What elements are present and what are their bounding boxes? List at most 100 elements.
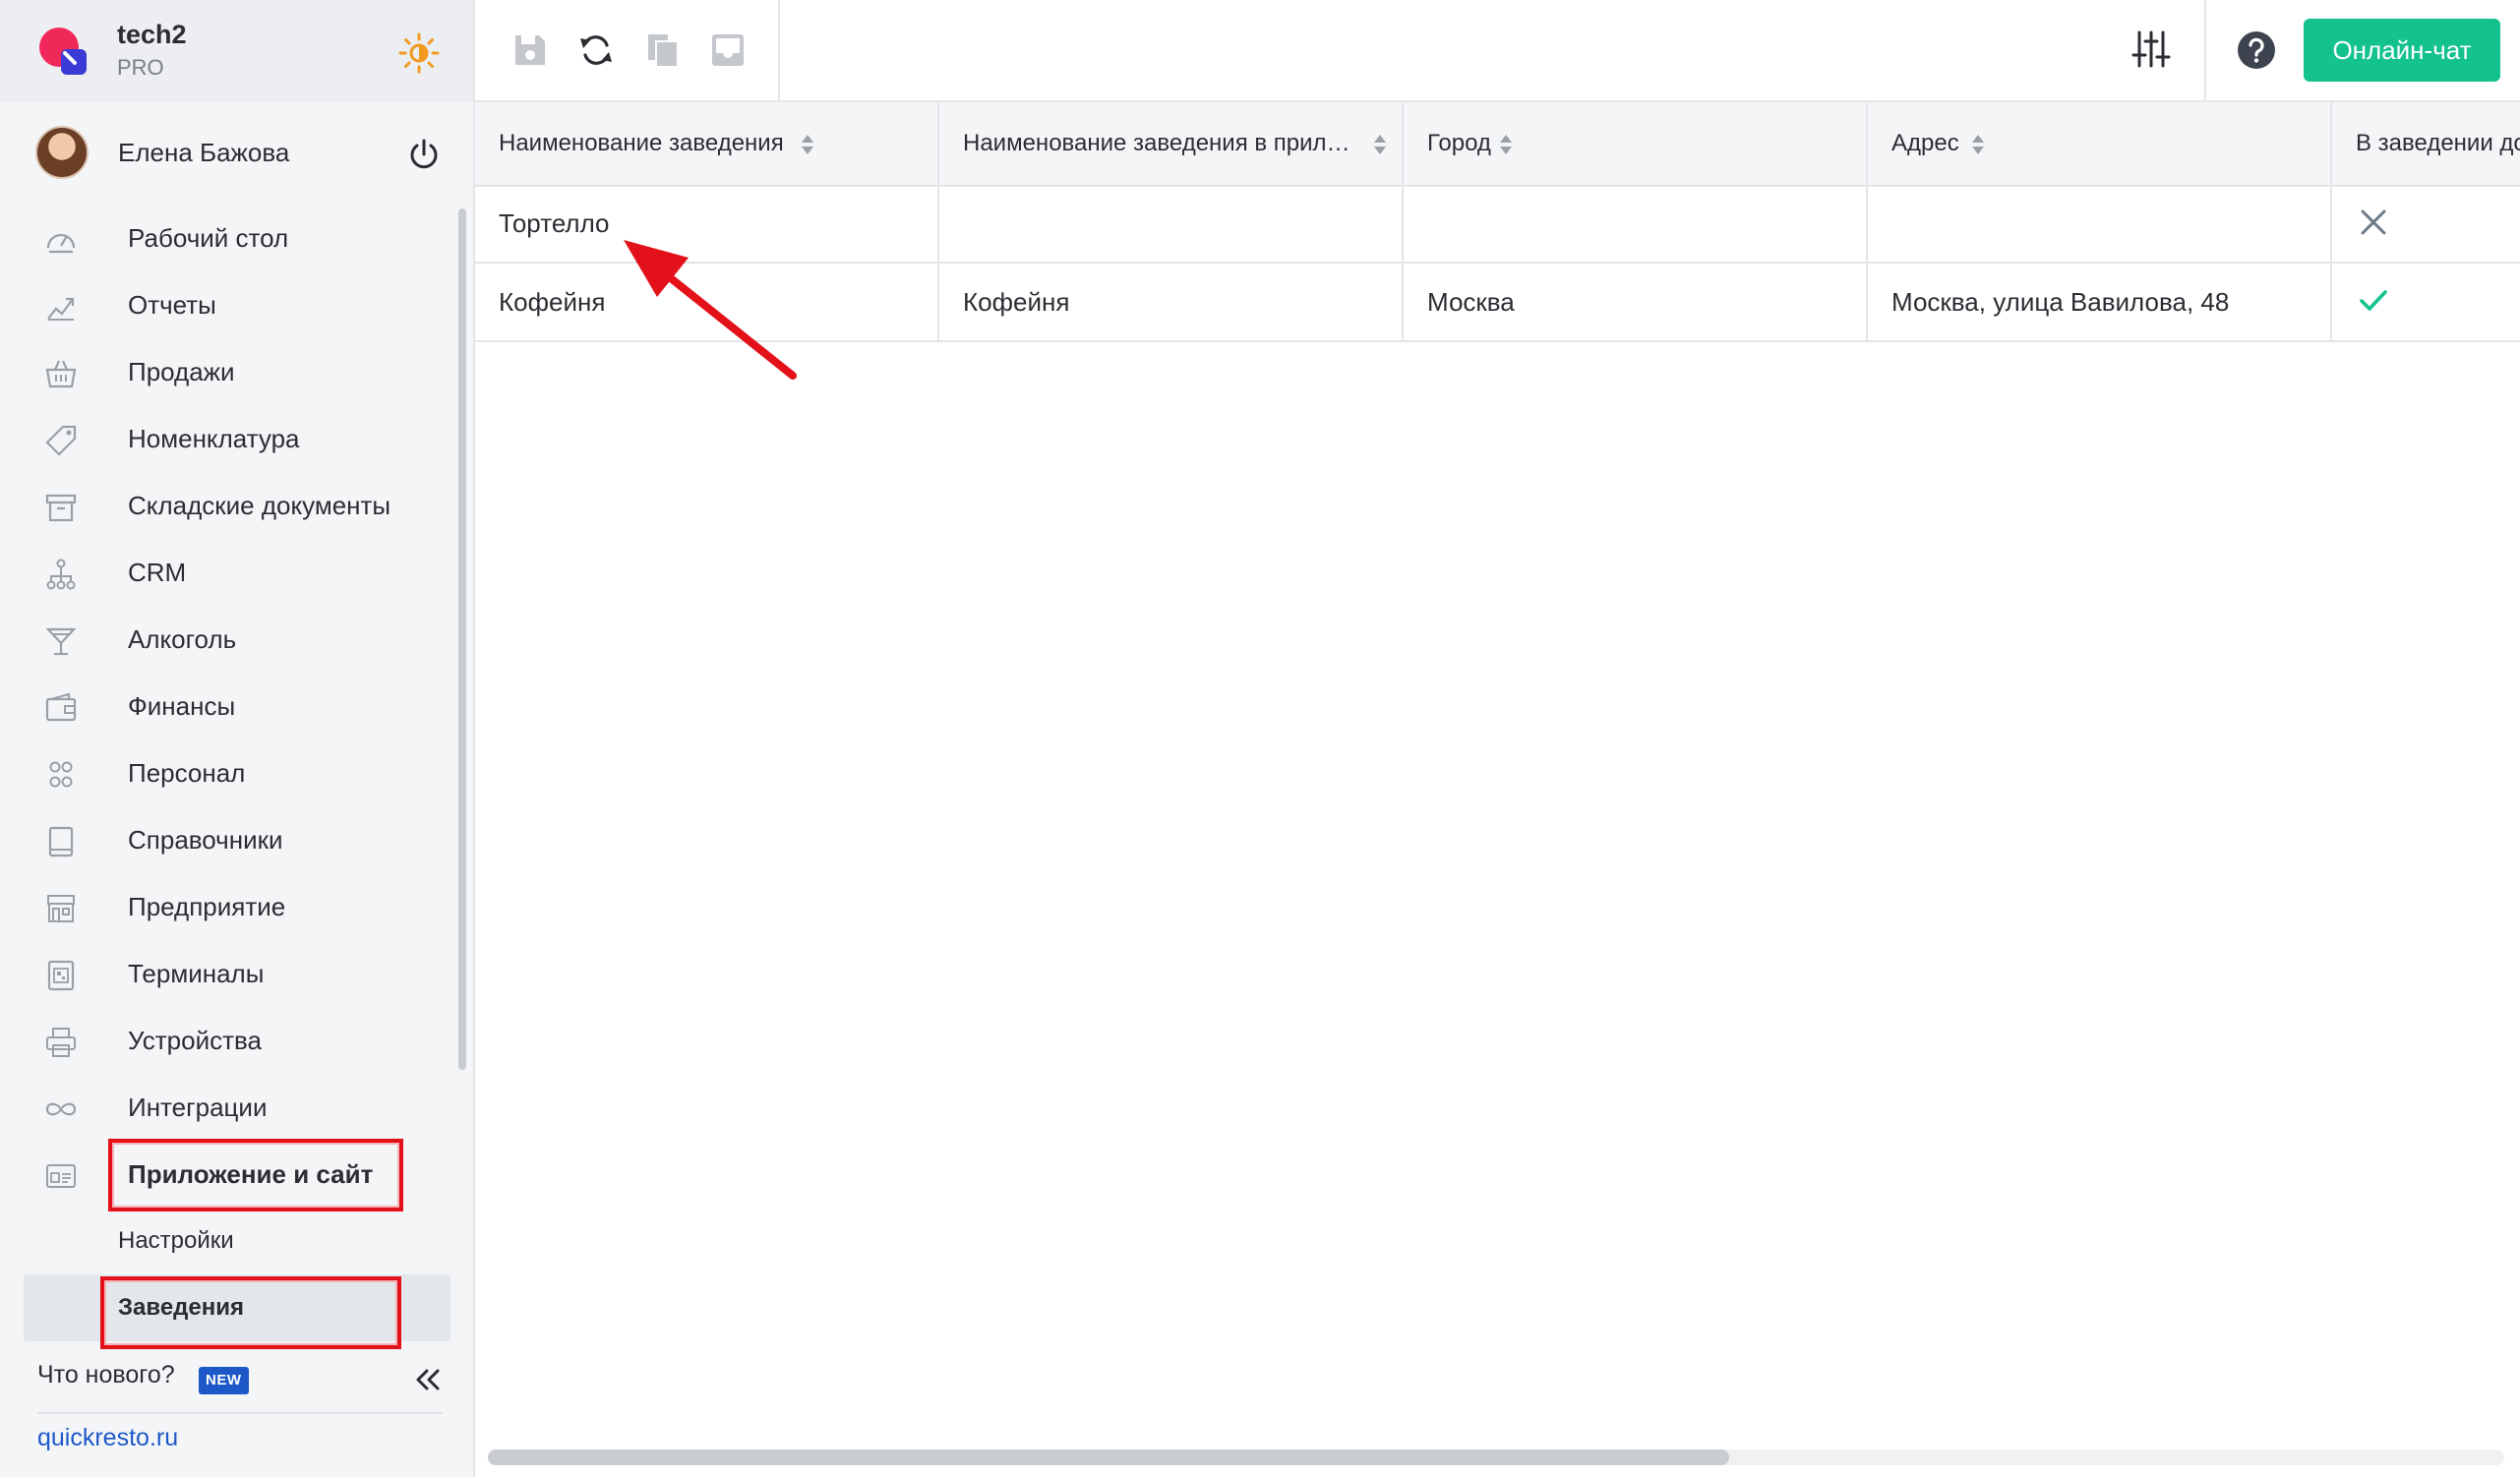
menu-item-nomenclature[interactable]: Номенклатура xyxy=(0,405,462,472)
menu-label: Интеграции xyxy=(128,1092,268,1122)
archive-box-icon xyxy=(45,494,77,522)
main-menu: Рабочий стол Отчеты Продажи Номенклатура… xyxy=(0,205,462,1341)
sort-icon[interactable] xyxy=(1970,132,1986,157)
quickresto-logo xyxy=(39,28,87,75)
column-header-label: Наименование заведения xyxy=(499,130,784,156)
menu-label: Устройства xyxy=(128,1025,263,1055)
menu-label: Финансы xyxy=(128,690,236,721)
cell-city: Москва xyxy=(1404,264,1868,340)
column-header-name[interactable]: Наименование заведения xyxy=(475,102,939,185)
user-name: Елена Бажова xyxy=(118,138,290,167)
menu-item-references[interactable]: Справочники xyxy=(0,806,462,873)
menu-label: Алкоголь xyxy=(128,623,237,654)
menu-item-reports[interactable]: Отчеты xyxy=(0,271,462,338)
sort-icon[interactable] xyxy=(800,132,815,157)
menu-item-integrations[interactable]: Интеграции xyxy=(0,1074,462,1141)
site-link[interactable]: quickresto.ru xyxy=(37,1424,178,1452)
save-icon[interactable] xyxy=(510,30,551,71)
menu-item-finance[interactable]: Финансы xyxy=(0,673,462,739)
plan-label: PRO xyxy=(117,55,164,80)
column-header-address[interactable]: Адрес xyxy=(1868,102,2332,185)
sidebar-scrollbar[interactable] xyxy=(458,208,466,1070)
column-header-label: В заведении до xyxy=(2356,130,2520,156)
account-name: tech2 xyxy=(117,20,187,49)
menu-item-devices[interactable]: Устройства xyxy=(0,1007,462,1074)
table-row[interactable]: Кофейня Кофейня Москва Москва, улица Вав… xyxy=(475,264,2520,342)
check-icon xyxy=(2360,290,2387,311)
menu-item-dashboard[interactable]: Рабочий стол xyxy=(0,205,462,271)
toolbar: Онлайн-чат xyxy=(475,0,2520,102)
cell-address: Москва, улица Вавилова, 48 xyxy=(1868,264,2332,340)
menu-label: Справочники xyxy=(128,824,283,855)
horizontal-scrollbar[interactable] xyxy=(488,1449,1729,1465)
menu-label: Номенклатура xyxy=(128,423,300,453)
qr-terminal-icon xyxy=(47,960,75,991)
menu-item-sales[interactable]: Продажи xyxy=(0,338,462,405)
menu-item-warehouse-docs[interactable]: Складские документы xyxy=(0,472,462,539)
cell-text: Кофейня xyxy=(963,287,1070,317)
menu-label: Предприятие xyxy=(128,891,286,921)
sun-icon[interactable] xyxy=(397,31,441,75)
inbox-icon[interactable] xyxy=(707,30,749,71)
menu-item-app-and-site[interactable]: Приложение и сайт xyxy=(0,1141,462,1208)
menu-item-staff[interactable]: Персонал xyxy=(0,739,462,806)
menu-label: CRM xyxy=(128,557,187,587)
dashboard-icon xyxy=(46,233,76,254)
table-header: Наименование заведения Наименование заве… xyxy=(475,102,2520,187)
printer-icon xyxy=(46,1028,76,1057)
table-row[interactable]: Тортелло xyxy=(475,185,2520,264)
people-icon xyxy=(49,761,73,788)
column-header-city[interactable]: Город xyxy=(1404,102,1868,185)
refresh-icon[interactable] xyxy=(575,30,617,71)
cell-text: Тортелло xyxy=(499,208,610,238)
help-icon[interactable] xyxy=(2236,30,2277,71)
sort-icon[interactable] xyxy=(1372,132,1388,157)
cell-address xyxy=(1868,185,2332,262)
sidebar: tech2 PRO Елена Бажова Рабочий стол Отче… xyxy=(0,0,475,1477)
wallet-icon xyxy=(45,692,77,722)
menu-label: Продажи xyxy=(128,356,235,386)
menu-label: Терминалы xyxy=(128,958,265,988)
cell-app-name xyxy=(939,185,1404,262)
power-icon[interactable] xyxy=(405,136,443,173)
chart-line-icon xyxy=(47,297,75,321)
user-panel: Елена Бажова xyxy=(0,102,473,205)
menu-item-enterprise[interactable]: Предприятие xyxy=(0,873,462,940)
copy-icon[interactable] xyxy=(642,30,684,71)
menu-item-alcohol[interactable]: Алкоголь xyxy=(0,606,462,673)
toolbar-separator xyxy=(778,0,780,102)
double-chevron-left-icon[interactable] xyxy=(411,1363,445,1396)
menu-item-terminals[interactable]: Терминалы xyxy=(0,940,462,1007)
column-header-label: Адрес xyxy=(1891,130,1959,156)
cell-text: Кофейня xyxy=(499,287,606,317)
menu-label: Персонал xyxy=(128,757,246,788)
avatar[interactable] xyxy=(35,126,89,179)
hierarchy-icon xyxy=(46,559,76,590)
infinity-icon xyxy=(45,1102,77,1116)
menu-label: Рабочий стол xyxy=(128,222,289,253)
cell-app-name: Кофейня xyxy=(939,264,1404,340)
menu-label: Приложение и сайт xyxy=(128,1158,374,1189)
online-chat-button[interactable]: Онлайн-чат xyxy=(2304,19,2500,82)
column-header-label: Город xyxy=(1427,130,1491,156)
menu-label: Складские документы xyxy=(128,490,391,520)
menu-item-crm[interactable]: CRM xyxy=(0,539,462,606)
cell-in-venue xyxy=(2332,185,2520,262)
whats-new-link[interactable]: Что нового? xyxy=(37,1361,175,1389)
venues-table: Наименование заведения Наименование заве… xyxy=(475,102,2520,1477)
cocktail-glass-icon xyxy=(45,627,77,656)
cell-text: Москва xyxy=(1427,287,1515,317)
sort-icon[interactable] xyxy=(1498,132,1514,157)
storefront-icon xyxy=(47,895,75,922)
sliders-icon[interactable] xyxy=(2130,28,2173,71)
column-header-app-name[interactable]: Наименование заведения в прил… xyxy=(939,102,1404,185)
cell-in-venue xyxy=(2332,264,2520,340)
column-header-in-venue[interactable]: В заведении до xyxy=(2332,102,2520,185)
submenu-item-venues[interactable]: Заведения xyxy=(24,1274,450,1341)
toolbar-separator xyxy=(2204,0,2206,102)
sidebar-divider xyxy=(37,1412,443,1414)
cell-text: Москва, улица Вавилова, 48 xyxy=(1891,287,2230,317)
column-header-label: Наименование заведения в прил… xyxy=(963,130,1350,156)
submenu-item-settings[interactable]: Настройки xyxy=(0,1208,462,1274)
brand-header: tech2 PRO xyxy=(0,0,473,102)
